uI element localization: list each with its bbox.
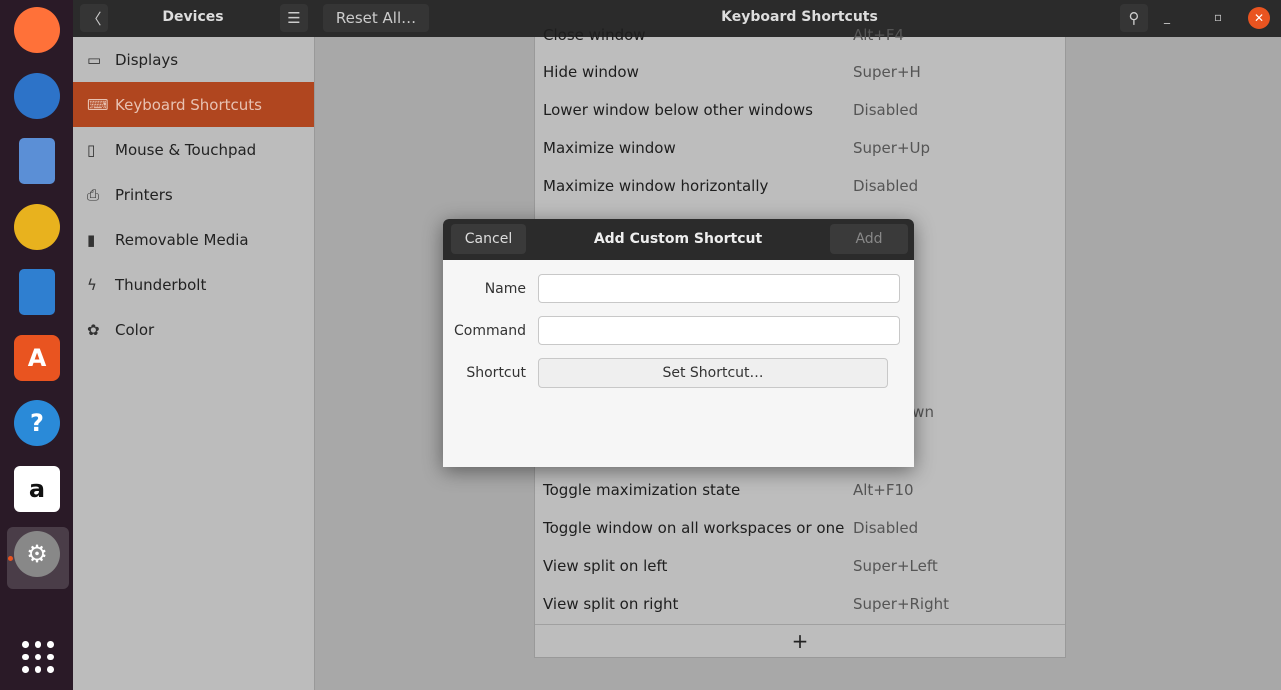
sidebar-icon: ✿	[87, 320, 100, 339]
show-apps-icon[interactable]	[22, 641, 54, 673]
menu-button[interactable]: ☰	[280, 4, 308, 32]
shortcut-name: Maximize window	[543, 139, 676, 157]
sidebar-item-mouse-touchpad[interactable]: ▯ Mouse & Touchpad	[73, 127, 314, 172]
shortcut-name: Toggle maximization state	[543, 481, 741, 499]
shortcut-row[interactable]: Maximize window Super+Up	[543, 129, 1063, 167]
shortcut-accel: Super+Left	[853, 557, 938, 575]
sidebar-item-label: Color	[115, 320, 155, 339]
shortcut-row[interactable]: Toggle maximization state Alt+F10	[543, 471, 1063, 509]
sidebar-item-label: Mouse & Touchpad	[115, 140, 257, 159]
shortcut-name: Toggle window on all workspaces or one	[543, 519, 845, 537]
sidebar-item-label: Displays	[115, 50, 179, 69]
sidebar-icon: ⎙	[87, 185, 100, 204]
shortcut-accel: Super+Up	[853, 139, 931, 157]
shortcut-label: Shortcut	[466, 365, 526, 381]
shortcut-row[interactable]: View split on right Super+Right	[543, 585, 1063, 623]
sidebar-icon: ▮	[87, 230, 96, 249]
sidebar-icon: ⌨	[87, 95, 109, 114]
close-icon: ✕	[1253, 11, 1265, 25]
sidebar-icon: ϟ	[87, 275, 97, 294]
shortcut-row[interactable]: Toggle window on all workspaces or one Di…	[543, 509, 1063, 547]
firefox-icon[interactable]	[14, 7, 60, 53]
dock: A? a ⚙	[0, 0, 73, 690]
files-icon[interactable]	[19, 138, 55, 184]
shortcut-name: Close window	[543, 26, 646, 44]
writer-icon[interactable]	[19, 269, 55, 315]
search-icon: ⚲	[1128, 9, 1140, 27]
command-label: Command	[454, 323, 526, 339]
shortcut-name: View split on right	[543, 595, 679, 613]
running-indicator	[8, 556, 13, 561]
sidebar-item-label: Keyboard Shortcuts	[115, 95, 262, 114]
shortcut-accel: Disabled	[853, 101, 919, 119]
settings-icon[interactable]: ⚙	[14, 531, 60, 577]
rhythmbox-icon[interactable]	[14, 203, 60, 250]
sidebar-item-thunderbolt[interactable]: ϟ Thunderbolt	[73, 262, 314, 307]
sidebar-icon: ▯	[87, 140, 96, 159]
minimize-button[interactable]: _	[1164, 10, 1170, 24]
shortcut-accel: Alt+F10	[853, 481, 914, 499]
shortcut-accel: Super+Right	[853, 595, 950, 613]
add-shortcut-button[interactable]: +	[535, 624, 1065, 657]
dialog-title: Add Custom Shortcut	[593, 231, 763, 247]
software-icon[interactable]: A	[14, 334, 60, 381]
shortcut-row[interactable]: Maximize window horizontally Disabled	[543, 167, 1063, 205]
add-button[interactable]: Add	[830, 224, 908, 254]
shortcut-name: Maximize window horizontally	[543, 177, 769, 195]
name-input[interactable]	[538, 274, 900, 303]
sidebar-item-color[interactable]: ✿ Color	[73, 307, 314, 352]
sidebar-item-removable-media[interactable]: ▮ Removable Media	[73, 217, 314, 262]
cancel-button[interactable]: Cancel	[451, 224, 526, 254]
amazon-icon[interactable]: a	[14, 465, 60, 512]
sidebar-item-keyboard-shortcuts[interactable]: ⌨ Keyboard Shortcuts	[73, 82, 314, 127]
close-button[interactable]: ✕	[1248, 7, 1270, 29]
shortcut-row[interactable]: Lower window below other windows Disabled	[543, 91, 1063, 129]
sidebar-item-label: Removable Media	[115, 230, 249, 249]
search-button[interactable]: ⚲	[1120, 4, 1148, 32]
help-icon[interactable]: ?	[14, 400, 60, 446]
sidebar-item-printers[interactable]: ⎙ Printers	[73, 172, 314, 217]
sidebar-icon: ▭	[87, 50, 102, 69]
shortcut-accel: Alt+F4	[853, 26, 905, 44]
shortcut-row[interactable]: Close window Alt+F4	[543, 16, 1063, 54]
shortcut-row[interactable]: Hide window Super+H	[543, 53, 1063, 91]
section-title: Devices	[162, 9, 224, 25]
sidebar-item-label: Thunderbolt	[115, 275, 207, 294]
back-button[interactable]: 〈	[80, 4, 108, 32]
command-input[interactable]	[538, 316, 900, 345]
thunderbird-icon[interactable]	[14, 72, 60, 119]
add-custom-shortcut-dialog: Cancel Add Custom Shortcut Add Name Comm…	[443, 219, 914, 467]
shortcut-accel: Super+H	[853, 63, 921, 81]
shortcut-name: Hide window	[543, 63, 639, 81]
shortcut-name: Lower window below other windows	[543, 101, 813, 119]
shortcut-row[interactable]: View split on left Super+Left	[543, 547, 1063, 585]
shortcut-name: View split on left	[543, 557, 668, 575]
set-shortcut-button[interactable]: Set Shortcut…	[538, 358, 888, 388]
maximize-button[interactable]: ▫	[1214, 10, 1222, 24]
sidebar-item-displays[interactable]: ▭ Displays	[73, 37, 314, 82]
shortcut-accel: Disabled	[853, 519, 919, 537]
name-label: Name	[484, 281, 526, 297]
sidebar: ▭ Displays ⌨ Keyboard Shortcuts ▯ Mouse & Tou…	[73, 37, 315, 690]
sidebar-item-label: Printers	[115, 185, 173, 204]
shortcut-accel: Disabled	[853, 177, 919, 195]
reset-all-button[interactable]: Reset All…	[323, 4, 429, 32]
